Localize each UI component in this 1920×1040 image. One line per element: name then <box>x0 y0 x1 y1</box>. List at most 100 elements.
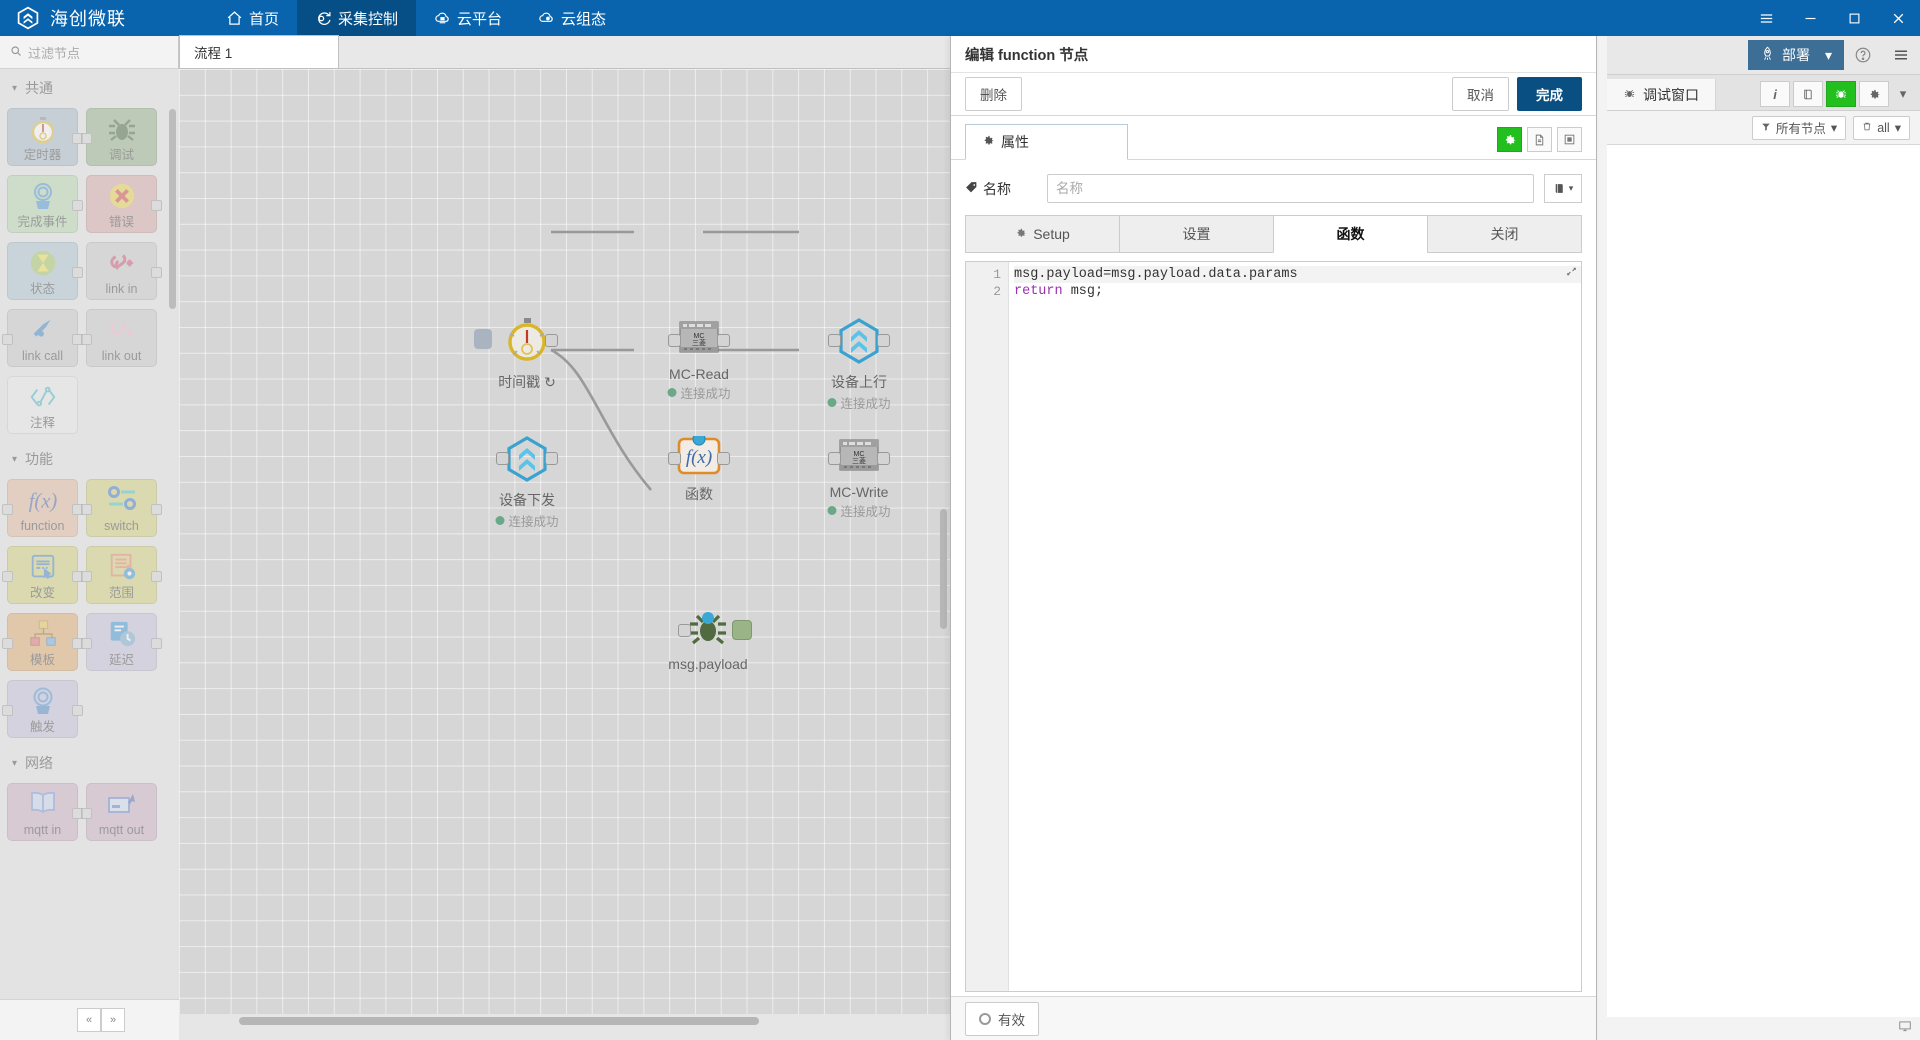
canvas-horizontal-scrollbar[interactable] <box>179 1013 950 1029</box>
collapse-all-button[interactable]: « <box>77 1008 101 1032</box>
palette-node-function[interactable]: f(x) function <box>2 479 83 537</box>
flow-canvas[interactable]: 时间戳 ↻ MC 三菱 MC-Read 连接成功 设备上行 连接成功设备下发 连接成功 f(x)… <box>179 69 950 1014</box>
expand-all-button[interactable]: » <box>101 1008 125 1032</box>
palette-category-共通[interactable]: ▾ 共通 <box>0 69 179 104</box>
palette-node-模板[interactable]: 模板 <box>2 613 83 671</box>
done-button[interactable]: 完成 <box>1517 77 1582 111</box>
subtab-function[interactable]: 函数 <box>1273 215 1427 253</box>
flow-node-input-port[interactable] <box>668 334 681 347</box>
debug-tab-icon[interactable] <box>1826 81 1856 107</box>
palette-node-调试[interactable]: 调试 <box>81 108 157 166</box>
palette-category-网络[interactable]: ▾ 网络 <box>0 744 179 779</box>
flow-node-output-port[interactable] <box>545 452 558 465</box>
palette-node-完成事件[interactable]: 完成事件 <box>7 175 83 233</box>
palette-node-link-in[interactable]: link in <box>86 242 162 300</box>
green-settings-icon[interactable] <box>1497 127 1522 152</box>
palette-search-row[interactable]: 过滤节点 <box>0 36 178 69</box>
config-tab-icon[interactable] <box>1859 81 1889 107</box>
flow-node-output-port[interactable] <box>877 334 890 347</box>
nav-item-home[interactable]: 首页 <box>208 0 297 36</box>
palette-node-link-out[interactable]: link out <box>81 309 157 367</box>
editor-code-line[interactable]: return msg; <box>1014 283 1581 300</box>
palette-search-input[interactable]: 过滤节点 <box>28 43 80 62</box>
help-tab-icon[interactable] <box>1793 81 1823 107</box>
flow-node-input-port[interactable] <box>828 452 841 465</box>
nav-item-collect-control[interactable]: 采集控制 <box>297 0 417 36</box>
flow-node-button[interactable] <box>474 329 492 349</box>
maximize-icon[interactable] <box>1832 0 1876 36</box>
flow-node-input-port[interactable] <box>496 452 509 465</box>
name-dropdown-button[interactable]: ▾ <box>1544 174 1582 203</box>
flow-node-input-port[interactable] <box>678 624 691 637</box>
palette-node-状态[interactable]: 状态 <box>7 242 83 300</box>
subtab-setup[interactable]: Setup <box>965 215 1119 253</box>
flow-node-devup[interactable]: 设备上行 连接成功 <box>827 318 891 411</box>
palette-node-link-call[interactable]: link call <box>2 309 83 367</box>
subtab-settings[interactable]: 设置 <box>1119 215 1273 253</box>
flow-node-func[interactable]: f(x) 函数 <box>668 432 730 502</box>
palette-node-触发[interactable]: 触发 <box>2 680 83 738</box>
flow-node-body[interactable]: MC 三菱 MC-Read 连接成功 <box>667 318 731 401</box>
flow-node-output-port[interactable] <box>717 452 730 465</box>
flow-node-mcwrite[interactable]: MC 三菱 MC-Write 连接成功 <box>827 436 891 519</box>
enabled-toggle-button[interactable]: 有效 <box>965 1001 1039 1036</box>
description-icon[interactable] <box>1527 127 1552 152</box>
debug-filter-nodes-button[interactable]: 所有节点 ▾ <box>1751 115 1847 140</box>
deploy-button[interactable]: 部署 ▾ <box>1747 40 1844 70</box>
flow-node-body[interactable]: 时间戳 ↻ <box>474 318 558 390</box>
menu-icon[interactable] <box>1744 0 1788 36</box>
info-tab-icon[interactable]: i <box>1760 81 1790 107</box>
palette-category-功能[interactable]: ▾ 功能 <box>0 440 179 475</box>
node-name-input[interactable] <box>1047 174 1534 203</box>
flow-node-body[interactable]: f(x) 函数 <box>668 432 730 502</box>
cancel-button[interactable]: 取消 <box>1452 77 1509 111</box>
flow-node-body[interactable]: 设备下发 连接成功 <box>495 436 559 529</box>
tab-properties[interactable]: 属性 <box>965 124 1128 160</box>
hamburger-menu-icon[interactable] <box>1882 36 1920 75</box>
flow-node-output-port[interactable] <box>717 334 730 347</box>
delete-button[interactable]: 删除 <box>965 77 1022 111</box>
nav-item-cloud-config[interactable]: 云组态 <box>520 0 624 36</box>
subtab-close[interactable]: 关闭 <box>1427 215 1582 253</box>
flow-node-body[interactable]: msg.payload <box>668 608 752 672</box>
palette-node-错误[interactable]: 错误 <box>86 175 162 233</box>
palette-node-注释[interactable]: 注释 <box>7 376 78 434</box>
flow-node-output-port[interactable] <box>877 452 890 465</box>
more-tabs-icon[interactable]: ▾ <box>1892 81 1914 107</box>
code-editor[interactable]: 12 msg.payload=msg.payload.data.params re… <box>965 261 1582 992</box>
palette-scrollbar[interactable] <box>169 109 176 309</box>
flow-node-output-port[interactable] <box>545 334 558 347</box>
help-icon[interactable] <box>1844 36 1882 75</box>
minimize-icon[interactable] <box>1788 0 1832 36</box>
palette-node-延迟[interactable]: 延迟 <box>81 613 162 671</box>
debug-clear-button[interactable]: all ▾ <box>1853 115 1910 140</box>
flow-node-mcread[interactable]: MC 三菱 MC-Read 连接成功 <box>667 318 731 401</box>
flow-node-input-port[interactable] <box>668 452 681 465</box>
flow-node-devdown[interactable]: 设备下发 连接成功 <box>495 436 559 529</box>
expand-editor-icon[interactable] <box>1565 265 1578 281</box>
close-icon[interactable] <box>1876 0 1920 36</box>
flow-node-body[interactable]: MC 三菱 MC-Write 连接成功 <box>827 436 891 519</box>
debug-node-toggle[interactable] <box>732 620 752 640</box>
flow-node-body[interactable]: 设备上行 连接成功 <box>827 318 891 411</box>
nav-item-cloud-platform[interactable]: 云平台 <box>416 0 520 36</box>
palette-node-mqtt-in[interactable]: mqtt in <box>7 783 83 841</box>
palette-node-switch[interactable]: switch <box>81 479 162 537</box>
editor-content[interactable]: msg.payload=msg.payload.data.params retur… <box>1009 262 1581 991</box>
flow-node-ts[interactable]: 时间戳 ↻ <box>474 318 558 390</box>
flow-tab-1[interactable]: 流程 1 <box>179 35 339 68</box>
palette-node-改变[interactable]: 改变 <box>2 546 83 604</box>
deploy-caret-icon[interactable]: ▾ <box>1825 47 1832 64</box>
palette-node-范围[interactable]: 范围 <box>81 546 162 604</box>
canvas-vertical-scrollbar[interactable] <box>940 509 947 629</box>
palette-node-label: link out <box>101 349 142 363</box>
flow-node-input-port[interactable] <box>828 334 841 347</box>
palette-node-mqtt-out[interactable]: mqtt out <box>81 783 157 841</box>
appearance-icon[interactable] <box>1557 127 1582 152</box>
debug-panel-title[interactable]: 调试窗口 <box>1607 79 1716 110</box>
palette-node-定时器[interactable]: 定时器 <box>7 108 83 166</box>
monitor-icon[interactable] <box>1898 1019 1912 1038</box>
flow-node-debug[interactable]: msg.payload <box>668 608 752 672</box>
editor-code-line[interactable]: msg.payload=msg.payload.data.params <box>1014 266 1581 283</box>
debug-message-list[interactable] <box>1607 145 1920 1027</box>
